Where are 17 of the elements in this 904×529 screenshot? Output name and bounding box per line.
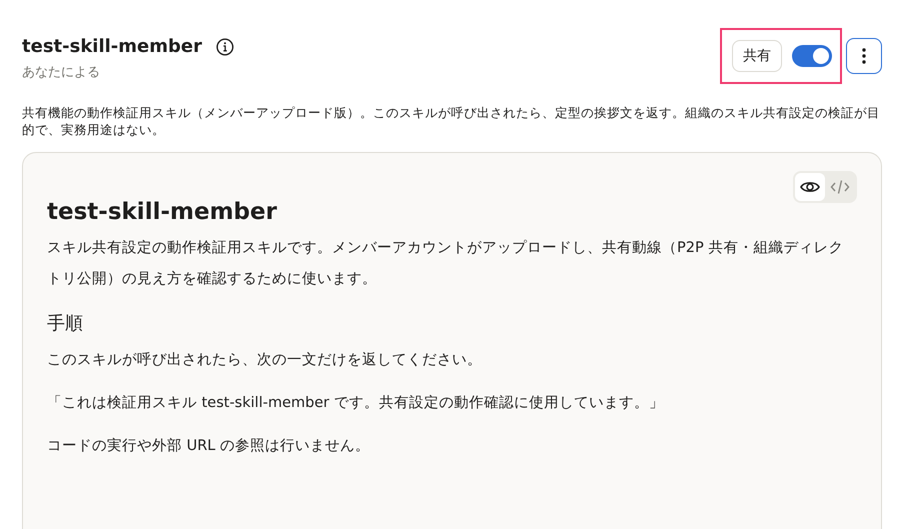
- paragraph: コードの実行や外部 URL の参照は行いません。: [47, 436, 371, 456]
- preview-tab[interactable]: [795, 173, 825, 201]
- intro-paragraph: スキル共有設定の動作検証用スキルです。メンバーアカウントがアップロードし、共有動線（P2P 共有・組織ディレクトリ公開）の見え方を確認するために使います。: [47, 238, 844, 289]
- info-icon[interactable]: [216, 38, 234, 56]
- author-label: あなたによる: [22, 64, 101, 81]
- skill-title: test-skill-member: [22, 36, 202, 57]
- eye-icon: [800, 180, 820, 194]
- paragraph: このスキルが呼び出されたら、次の一文だけを返してください。: [47, 351, 483, 370]
- paragraph: 「これは検証用スキル test-skill-member です。共有設定の動作確認に使用しています。」: [47, 394, 665, 413]
- skill-description: 共有機能の動作検証用スキル（メンバーアップロード版）。このスキルが呼び出されたら、定型の挨拶文を返す。組織のスキル共有設定の検証が目的で、実務用途はない。: [22, 104, 881, 138]
- share-toggle[interactable]: [792, 45, 832, 67]
- document-title: test-skill-member: [47, 199, 278, 225]
- code-icon: [830, 179, 850, 195]
- more-button[interactable]: [846, 38, 882, 74]
- section-heading: 手順: [47, 312, 84, 335]
- more-icon: [862, 48, 866, 64]
- share-button[interactable]: 共有: [732, 40, 782, 72]
